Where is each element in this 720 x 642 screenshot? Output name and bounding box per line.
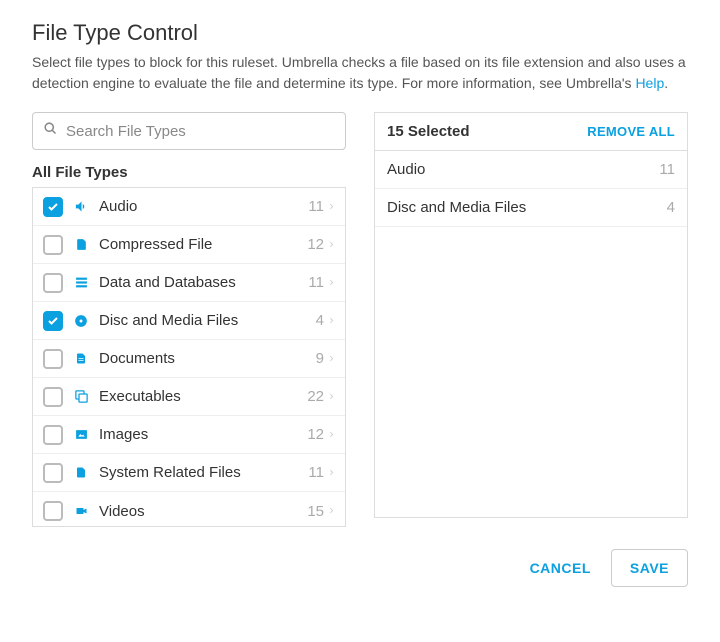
file-type-checkbox[interactable] (43, 273, 63, 293)
file-type-checkbox[interactable] (43, 349, 63, 369)
chevron-right-icon (328, 275, 335, 291)
file-type-count: 22 (307, 388, 324, 405)
selected-count-title: 15 Selected (387, 123, 470, 140)
selected-header: 15 Selected REMOVE ALL (375, 113, 687, 151)
disc-icon (73, 313, 89, 329)
file-type-checkbox[interactable] (43, 197, 63, 217)
file-type-checkbox[interactable] (43, 463, 63, 483)
chevron-right-icon (328, 199, 335, 215)
search-icon (43, 121, 58, 141)
file-type-count: 4 (316, 312, 324, 329)
file-type-count: 11 (308, 198, 324, 215)
file-type-row[interactable]: Disc and Media Files4 (33, 302, 345, 340)
chevron-right-icon (328, 313, 335, 329)
description-text: Select file types to block for this rule… (32, 54, 686, 91)
file-type-count: 11 (308, 464, 324, 481)
file-type-row[interactable]: Audio11 (33, 188, 345, 226)
remove-all-button[interactable]: REMOVE ALL (587, 124, 675, 139)
selected-list-box: 15 Selected REMOVE ALL Audio 11 Disc and M… (374, 112, 688, 518)
selected-item-row[interactable]: Audio 11 (375, 151, 687, 189)
file-type-row[interactable]: Executables22 (33, 378, 345, 416)
file-type-checkbox[interactable] (43, 387, 63, 407)
executable-icon (73, 389, 89, 405)
file-type-checkbox[interactable] (43, 425, 63, 445)
selected-item-row[interactable]: Disc and Media Files 4 (375, 189, 687, 227)
image-icon (73, 427, 89, 443)
chevron-right-icon (328, 427, 335, 443)
save-button[interactable]: SAVE (611, 549, 688, 587)
file-type-count: 15 (307, 503, 324, 520)
file-type-row[interactable]: Images12 (33, 416, 345, 454)
file-type-label: Images (99, 426, 307, 443)
database-icon (73, 275, 89, 291)
file-type-label: Documents (99, 350, 316, 367)
file-type-row[interactable]: System Related Files11 (33, 454, 345, 492)
description-suffix: . (664, 75, 668, 91)
search-container (32, 112, 346, 150)
all-file-types-list: Audio11Compressed File12Data and Databas… (32, 187, 346, 527)
file-type-checkbox[interactable] (43, 311, 63, 331)
video-icon (73, 503, 89, 519)
chevron-right-icon (328, 465, 335, 481)
document-icon (73, 351, 89, 367)
chevron-right-icon (328, 503, 335, 519)
cancel-button[interactable]: CANCEL (530, 560, 591, 576)
page-title: File Type Control (32, 20, 688, 46)
file-type-label: Videos (99, 503, 307, 520)
system-icon (73, 465, 89, 481)
file-type-row[interactable]: Compressed File12 (33, 226, 345, 264)
file-type-count: 11 (308, 274, 324, 291)
file-type-label: Audio (99, 198, 308, 215)
footer-actions: CANCEL SAVE (32, 549, 688, 587)
page-description: Select file types to block for this rule… (32, 52, 688, 94)
file-type-label: Compressed File (99, 236, 307, 253)
selected-item-label: Audio (387, 161, 425, 178)
chevron-right-icon (328, 237, 335, 253)
file-type-row[interactable]: Documents9 (33, 340, 345, 378)
file-type-label: Disc and Media Files (99, 312, 316, 329)
all-file-types-title: All File Types (32, 164, 346, 181)
selected-item-count: 11 (659, 161, 675, 178)
audio-icon (73, 199, 89, 215)
file-type-label: Executables (99, 388, 307, 405)
selected-item-count: 4 (667, 199, 675, 216)
chevron-right-icon (328, 389, 335, 405)
chevron-right-icon (328, 351, 335, 367)
file-type-label: System Related Files (99, 464, 308, 481)
file-type-count: 12 (307, 426, 324, 443)
compressed-icon (73, 237, 89, 253)
selected-item-label: Disc and Media Files (387, 199, 526, 216)
file-type-checkbox[interactable] (43, 501, 63, 521)
file-type-label: Data and Databases (99, 274, 308, 291)
file-type-row[interactable]: Data and Databases11 (33, 264, 345, 302)
file-type-checkbox[interactable] (43, 235, 63, 255)
help-link[interactable]: Help (635, 75, 664, 91)
file-type-count: 9 (316, 350, 324, 367)
search-input[interactable] (66, 123, 335, 140)
file-type-row[interactable]: Videos15 (33, 492, 345, 527)
file-type-count: 12 (307, 236, 324, 253)
